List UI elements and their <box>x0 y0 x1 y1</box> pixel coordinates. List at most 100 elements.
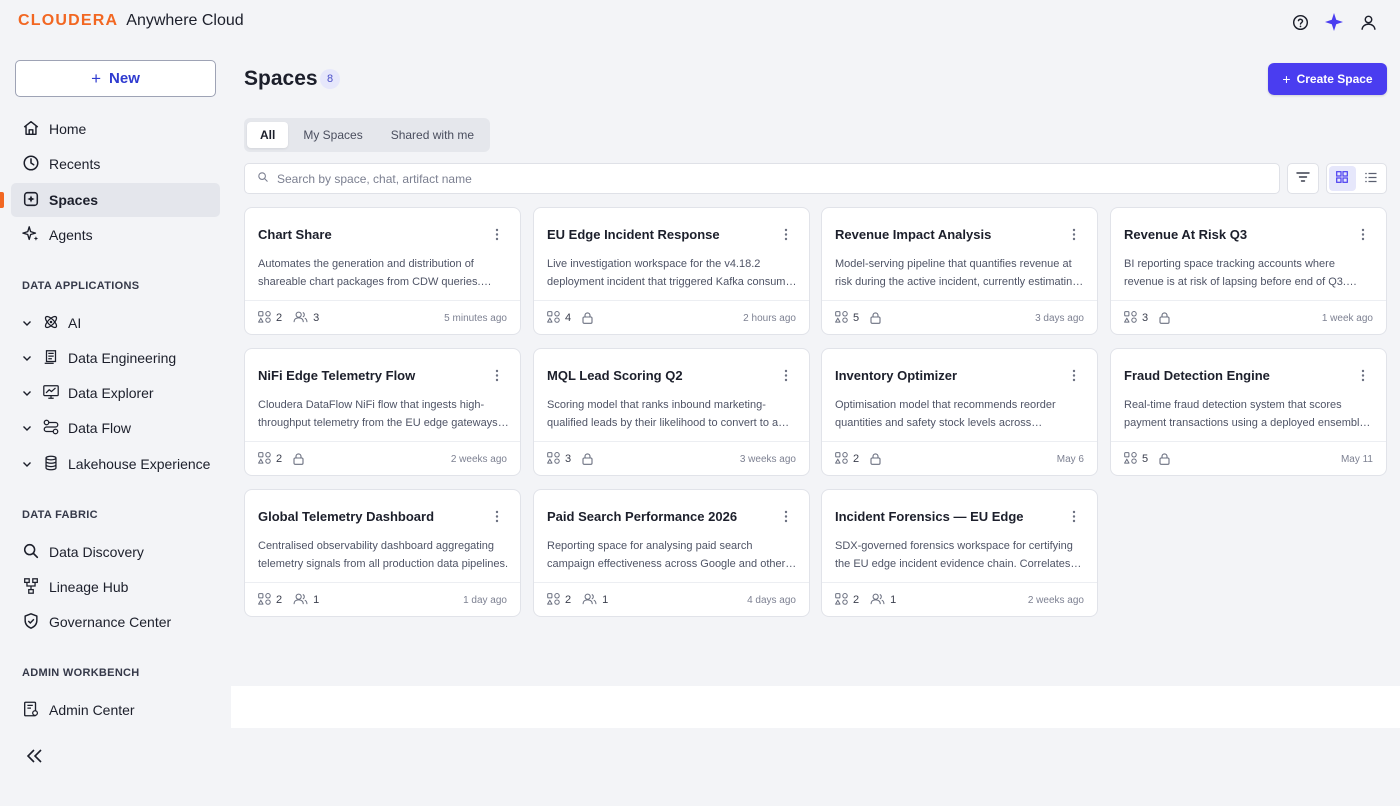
space-card-title: EU Edge Incident Response <box>547 227 720 242</box>
sidebar-item-agents[interactable]: Agents <box>11 218 220 252</box>
space-card[interactable]: Inventory Optimizer Optimisation model th… <box>821 348 1098 476</box>
space-card-title: Revenue Impact Analysis <box>835 227 992 242</box>
brand-logo[interactable]: CLOUDERA Anywhere Cloud <box>18 12 244 30</box>
user-profile-icon[interactable] <box>1358 12 1378 32</box>
member-count: 1 <box>870 593 896 608</box>
artifact-count-value: 2 <box>853 453 860 465</box>
space-card-footer: 4 2 hours ago <box>534 300 809 335</box>
sidebar-item-data-flow[interactable]: Data Flow <box>22 413 131 443</box>
filter-button[interactable] <box>1287 163 1319 194</box>
space-card[interactable]: Revenue At Risk Q3 BI reporting space tra… <box>1110 207 1387 335</box>
collapse-sidebar-icon[interactable] <box>26 748 44 769</box>
more-options-icon[interactable] <box>490 367 504 383</box>
search-input[interactable] <box>277 171 1257 186</box>
space-card-title: Paid Search Performance 2026 <box>547 509 738 524</box>
member-count: 1 <box>582 593 608 608</box>
space-card[interactable]: Chart Share Automates the generation and … <box>244 207 521 335</box>
more-options-icon[interactable] <box>779 508 793 524</box>
space-card-description: SDX-governed forensics workspace for cer… <box>835 540 1073 570</box>
more-options-icon[interactable] <box>1067 226 1081 242</box>
space-card-title: NiFi Edge Telemetry Flow <box>258 368 416 383</box>
space-card[interactable]: NiFi Edge Telemetry Flow Cloudera DataFlo… <box>244 348 521 476</box>
space-card-title: MQL Lead Scoring Q2 <box>547 368 683 383</box>
more-options-icon[interactable] <box>779 226 793 242</box>
more-options-icon[interactable] <box>1067 367 1081 383</box>
space-card-title: Fraud Detection Engine <box>1124 368 1270 383</box>
space-card[interactable]: Incident Forensics — EU Edge SDX-governed… <box>821 489 1098 617</box>
space-card[interactable]: MQL Lead Scoring Q2 Scoring model that ra… <box>533 348 810 476</box>
space-card[interactable]: Paid Search Performance 2026 Reporting sp… <box>533 489 810 617</box>
sidebar-item-ai[interactable]: AI <box>22 308 81 338</box>
sidebar-item-data-explorer[interactable]: Data Explorer <box>22 378 154 408</box>
tab-shared-with-me[interactable]: Shared with me <box>378 122 487 148</box>
tab-my-spaces[interactable]: My Spaces <box>290 122 375 148</box>
sidebar-item-admin-center[interactable]: Admin Center <box>11 693 220 727</box>
artifact-count-value: 5 <box>1142 453 1149 465</box>
chevron-down-icon <box>22 388 34 398</box>
lock-icon <box>293 453 304 465</box>
view-toggle <box>1326 163 1387 194</box>
database-icon <box>42 454 60 475</box>
space-card-description: Cloudera DataFlow NiFi flow that ingests… <box>258 399 498 429</box>
more-options-icon[interactable] <box>490 508 504 524</box>
sidebar-item-data-discovery[interactable]: Data Discovery <box>11 535 220 569</box>
sidebar-item-spaces[interactable]: Spaces <box>11 183 220 217</box>
artifact-count: 2 <box>258 310 282 326</box>
space-card-footer: 3 1 week ago <box>1111 300 1386 335</box>
brand-name: CLOUDERA <box>18 12 119 29</box>
members-icon <box>293 593 308 608</box>
updated-time: 1 day ago <box>463 594 507 606</box>
list-view-button[interactable] <box>1358 166 1385 191</box>
space-card[interactable]: Fraud Detection Engine Real-time fraud de… <box>1110 348 1387 476</box>
space-card-title: Inventory Optimizer <box>835 368 958 383</box>
ai-icon <box>42 313 60 334</box>
sidebar-item-label: Data Engineering <box>68 350 177 366</box>
more-options-icon[interactable] <box>490 226 504 242</box>
grid-icon <box>1336 170 1349 188</box>
space-card-footer: 2 3 5 minutes ago <box>245 300 520 335</box>
space-card-footer: 5 May 11 <box>1111 441 1386 476</box>
sidebar-item-label: Admin Center <box>49 702 135 718</box>
artifact-count-value: 4 <box>565 312 572 324</box>
space-card[interactable]: Global Telemetry Dashboard Centralised ob… <box>244 489 521 617</box>
more-options-icon[interactable] <box>779 367 793 383</box>
artifact-count-value: 3 <box>1142 312 1149 324</box>
space-card-description: Reporting space for analysing paid searc… <box>547 540 786 570</box>
home-icon <box>22 119 40 140</box>
sidebar-item-home[interactable]: Home <box>11 112 220 146</box>
sidebar-item-label: Data Flow <box>68 420 132 436</box>
space-card[interactable]: Revenue Impact Analysis Model-serving pip… <box>821 207 1098 335</box>
artifact-count-value: 2 <box>565 594 572 606</box>
more-options-icon[interactable] <box>1356 226 1370 242</box>
lock-icon <box>1159 312 1170 324</box>
space-card-title: Chart Share <box>258 227 332 242</box>
new-button[interactable]: + New <box>15 60 216 97</box>
sidebar-item-governance-center[interactable]: Governance Center <box>11 605 220 639</box>
sidebar-item-recents[interactable]: Recents <box>11 147 220 181</box>
data-explorer-icon <box>42 383 60 404</box>
artifacts-icon <box>547 310 560 326</box>
space-card[interactable]: EU Edge Incident Response Live investigat… <box>533 207 810 335</box>
create-space-button[interactable]: + Create Space <box>1268 63 1387 95</box>
tab-all[interactable]: All <box>247 122 289 148</box>
help-icon[interactable] <box>1290 12 1310 32</box>
spaces-count-badge: 8 <box>320 69 340 89</box>
grid-view-button[interactable] <box>1329 166 1356 191</box>
sidebar-item-data-engineering[interactable]: Data Engineering <box>22 343 176 373</box>
more-options-icon[interactable] <box>1356 367 1370 383</box>
artifacts-icon <box>1124 451 1137 467</box>
sidebar-item-lineage-hub[interactable]: Lineage Hub <box>11 570 220 604</box>
ai-sparkle-icon[interactable] <box>1324 12 1344 32</box>
sidebar-item-lakehouse-experience[interactable]: Lakehouse Experience <box>22 449 210 479</box>
lock-icon <box>582 312 593 324</box>
page-title: Spaces <box>244 67 318 90</box>
sidebar-item-label: Data Explorer <box>68 385 154 401</box>
more-options-icon[interactable] <box>1067 508 1081 524</box>
member-count-value: 1 <box>313 594 320 606</box>
members-icon <box>870 593 885 608</box>
member-count-value: 3 <box>313 312 320 324</box>
chevron-down-icon <box>22 353 34 363</box>
top-bar: CLOUDERA Anywhere Cloud <box>0 0 1400 46</box>
spaces-icon <box>22 190 40 211</box>
artifacts-icon <box>835 592 848 608</box>
